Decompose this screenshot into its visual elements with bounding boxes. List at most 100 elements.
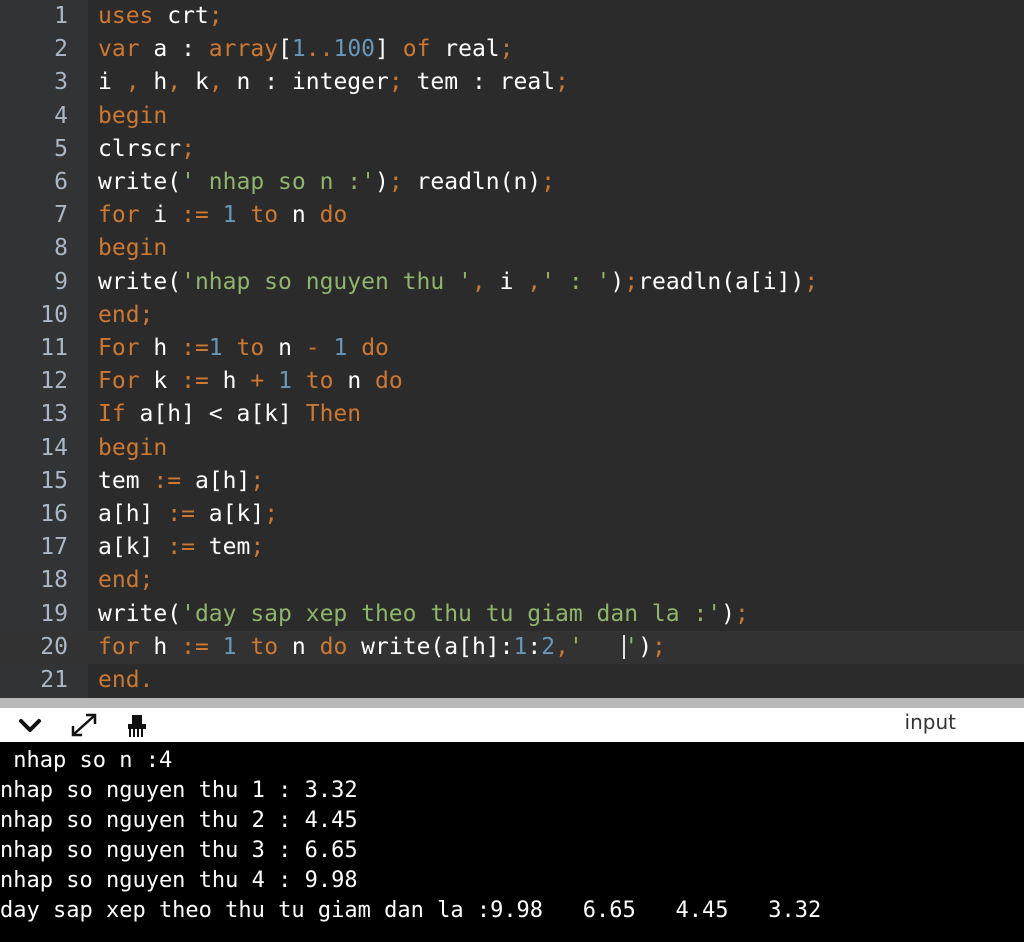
code-token: end. <box>98 667 154 693</box>
code-token: ) <box>638 633 653 660</box>
code-token: ) <box>721 600 735 627</box>
code-line[interactable]: 15 tem := a[h]; <box>0 465 1024 498</box>
code-token: ) <box>610 268 625 295</box>
code-token: For <box>98 335 140 361</box>
panel-divider[interactable] <box>0 698 1024 708</box>
code-token: ; <box>250 534 265 561</box>
code-token: h <box>139 335 182 361</box>
code-text[interactable]: end; <box>98 299 153 332</box>
code-token: crt <box>153 3 209 29</box>
code-token: tem : real <box>402 69 556 96</box>
code-line[interactable]: 6 write(' nhap so n :'); readln(n); <box>0 166 1024 199</box>
code-token: For <box>98 368 140 395</box>
code-line[interactable]: 11 For h :=1 to n - 1 do <box>0 332 1024 365</box>
line-number: 4 <box>54 102 68 129</box>
code-line[interactable]: 13 If a[h] < a[k] Then <box>0 398 1024 431</box>
code-token: , <box>208 69 223 96</box>
code-text[interactable]: If a[h] < a[k] Then <box>98 398 361 431</box>
code-token: clrscr <box>98 135 182 162</box>
code-line[interactable]: 17 a[k] := tem; <box>0 531 1024 564</box>
code-token: a : <box>139 36 209 63</box>
code-text[interactable]: begin <box>98 100 167 133</box>
input-label[interactable]: input <box>905 710 956 734</box>
line-number: 17 <box>40 534 68 561</box>
code-text[interactable]: var a : array[1..100] of real; <box>98 33 514 66</box>
code-text[interactable]: write(' nhap so n :'); readln(n); <box>98 166 555 199</box>
code-text[interactable]: uses crt; <box>98 0 223 33</box>
code-text[interactable]: a[h] := a[k]; <box>98 498 278 531</box>
code-token: k <box>139 368 182 395</box>
code-text[interactable]: for h := 1 to n do write(a[h]:1:2,' '); <box>98 631 666 664</box>
line-number: 7 <box>54 202 68 229</box>
code-text[interactable]: tem := a[h]; <box>98 465 264 498</box>
code-token: ' : ' <box>541 268 611 295</box>
code-token: uses <box>98 3 154 29</box>
code-line[interactable]: 10 end; <box>0 299 1024 332</box>
code-editor[interactable]: 1 uses crt; 2 var a : array[1..100] of real… <box>0 0 1024 698</box>
code-token: ; <box>181 135 195 162</box>
code-token: ; <box>208 3 223 29</box>
code-text[interactable]: For h :=1 to n - 1 do <box>98 332 389 365</box>
code-line[interactable]: 20 for h := 1 to n do write(a[h]:1:2,' ')… <box>0 630 1024 664</box>
console-line: day sap xep theo thu tu giam dan la :9.9… <box>0 898 822 923</box>
expand-icon[interactable] <box>70 712 98 738</box>
code-token: write( <box>98 268 182 295</box>
code-text[interactable]: begin <box>98 232 167 265</box>
code-line[interactable]: 4 begin <box>0 100 1024 133</box>
code-token: 100 <box>333 36 376 63</box>
code-line[interactable]: 5 clrscr; <box>0 133 1024 166</box>
code-line[interactable]: 7 for i := 1 to n do <box>0 199 1024 232</box>
code-line[interactable]: 18 end; <box>0 564 1024 597</box>
code-token: begin <box>98 235 168 262</box>
code-text[interactable]: write('day sap xep theo thu tu giam dan … <box>98 598 749 631</box>
code-text[interactable]: end; <box>98 564 153 597</box>
code-token: write(a[h]: <box>347 633 514 660</box>
code-token: ; <box>264 501 279 527</box>
code-line[interactable]: 19 write('day sap xep theo thu tu giam da… <box>0 598 1024 631</box>
code-line[interactable]: 21 end. <box>0 664 1024 697</box>
code-token: n <box>264 335 306 361</box>
code-text[interactable]: a[k] := tem; <box>98 531 264 564</box>
code-token: 1 <box>333 335 348 361</box>
chevron-down-icon[interactable] <box>16 712 44 738</box>
code-token: a[k] <box>98 534 168 561</box>
line-number: 18 <box>40 567 68 594</box>
code-token: 1 <box>278 368 292 395</box>
code-token: 'day sap xep theo thu tu giam dan la :' <box>181 600 722 627</box>
code-line[interactable]: 8 begin <box>0 232 1024 265</box>
code-token: , <box>555 633 569 660</box>
code-line[interactable]: 2 var a : array[1..100] of real; <box>0 33 1024 66</box>
code-line[interactable]: 3 i , h, k, n : integer; tem : real; <box>0 66 1024 99</box>
code-line[interactable]: 9 write('nhap so nguyen thu ', i ,' : ');… <box>0 266 1024 299</box>
line-number: 3 <box>54 69 68 96</box>
code-line[interactable]: 14 begin <box>0 432 1024 465</box>
code-line[interactable]: 12 For k := h + 1 to n do <box>0 365 1024 398</box>
code-token: ; <box>139 301 154 328</box>
code-text[interactable]: For k := h + 1 to n do <box>98 365 403 398</box>
code-text[interactable]: for i := 1 to n do <box>98 199 347 232</box>
code-token: readln(a[i]) <box>638 268 805 295</box>
code-token: Then <box>305 401 362 428</box>
code-token: ; <box>139 567 154 594</box>
clear-icon[interactable] <box>122 712 150 738</box>
code-line[interactable]: 16 a[h] := a[k]; <box>0 498 1024 531</box>
code-text[interactable]: end. <box>98 664 153 697</box>
code-token: i <box>139 202 182 229</box>
line-number: 19 <box>40 600 68 627</box>
code-token: ; <box>624 268 639 295</box>
code-token: tem <box>194 534 251 561</box>
code-text[interactable]: clrscr; <box>98 133 195 166</box>
console-output[interactable]: nhap so n :4 nhap so nguyen thu 1 : 3.32 n… <box>0 742 1024 942</box>
code-token: 1 <box>291 36 306 63</box>
code-text[interactable]: begin <box>98 432 167 465</box>
code-line[interactable]: 1 uses crt; <box>0 0 1024 33</box>
code-text[interactable]: write('nhap so nguyen thu ', i ,' : ');r… <box>98 266 818 299</box>
code-token: to <box>305 368 334 395</box>
line-number: 13 <box>40 401 68 428</box>
code-token: ' <box>568 633 625 660</box>
code-token: := <box>181 335 209 361</box>
code-token: : <box>527 633 542 660</box>
code-text[interactable]: i , h, k, n : integer; tem : real; <box>98 66 569 99</box>
